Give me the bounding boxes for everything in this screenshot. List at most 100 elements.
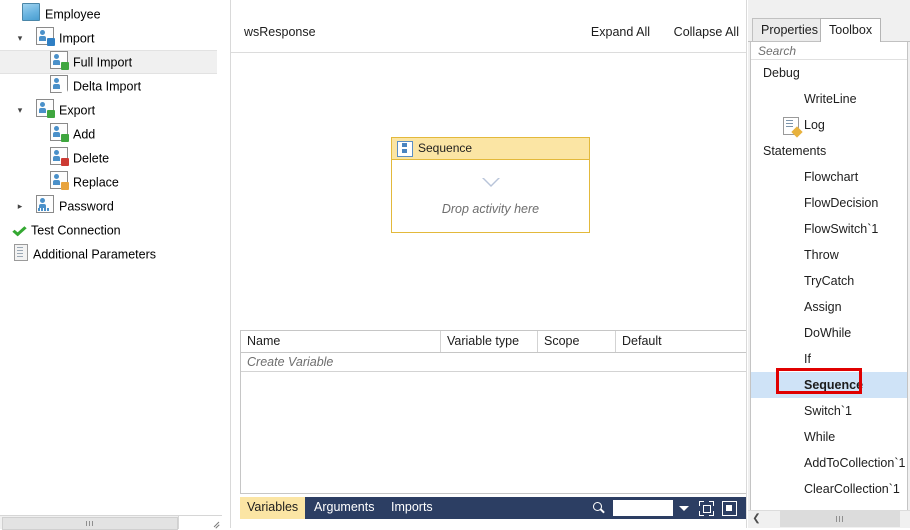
left-panel-divider [222,0,231,528]
toolbox-item-label: While [804,430,836,444]
tree-expander-icon[interactable]: ▾ [14,98,26,122]
tree-item-additional-parameters[interactable]: Additional Parameters [0,242,222,266]
tree-item-test-connection[interactable]: Test Connection [0,218,222,242]
create-variable-row[interactable]: Create Variable [241,353,746,372]
tree-item-delta-import[interactable]: Delta Import [0,74,222,98]
expand-all-button[interactable]: Expand All [591,25,650,39]
tree-item-delete[interactable]: Delete [0,146,222,170]
tree-item-label: Import [59,31,95,46]
toolbox-item-statements[interactable]: Statements [751,138,907,164]
parameters-icon [14,244,28,261]
tree-item-full-import[interactable]: Full Import [0,50,217,74]
tree-item-label: Employee [45,7,101,22]
drop-activity-hint: Drop activity here [441,202,540,216]
tree-item-label: Replace [73,175,119,190]
employee-square-icon [22,3,40,21]
delete-person-icon [50,147,69,166]
grid-column-name[interactable]: Name [241,331,441,352]
toolbox-item-assign[interactable]: Assign [751,294,907,320]
grid-column-variable-type[interactable]: Variable type [441,331,538,352]
toolbox-item-label: Statements [763,144,827,158]
chevron-left-icon[interactable]: ❮ [748,511,765,527]
breadcrumb[interactable]: wsResponse [244,25,316,39]
fit-to-screen-icon[interactable] [699,501,714,516]
toolbox-search-input[interactable]: Search [751,42,907,60]
toolbox-list-container: Search Debug WriteLine Log Statements Flowch… [750,42,908,517]
toolbox-item-debug[interactable]: Debug [751,60,907,86]
toolbox-item-log[interactable]: Log [751,112,907,138]
variables-grid: Name Variable type Scope Default Create Var… [240,330,746,494]
sequence-activity-header[interactable]: Sequence [392,138,589,160]
tree-item-label: Full Import [73,55,133,70]
tree-item-label: Delete [73,151,110,166]
variables-grid-header: Name Variable type Scope Default [241,331,746,353]
tree-item-label: Test Connection [31,223,121,238]
workflow-designer: wsResponse Expand All Collapse All Seque… [231,0,747,528]
import-person-icon [36,27,55,46]
toolbox-item-list: Debug WriteLine Log Statements Flowchart Flow… [751,60,907,502]
drop-target-triangle-icon [481,178,500,187]
toolbox-item-label: WriteLine [804,92,857,106]
bottom-tab-arguments[interactable]: Arguments [307,497,381,519]
tree-item-label: Delta Import [73,79,142,94]
left-panel-scroll-track-end[interactable] [178,516,223,529]
tree-item-add[interactable]: Add [0,122,222,146]
left-panel-horizontal-scrollbar[interactable] [0,515,223,530]
left-panel-scroll-thumb[interactable] [2,517,178,530]
toolbox-item-label: Assign [804,300,842,314]
sequence-activity-title: Sequence [418,141,473,155]
toolbox-item-while[interactable]: While [751,424,907,450]
toolbox-item-sequence[interactable]: Sequence [751,372,907,398]
resize-grip-icon[interactable] [211,518,221,528]
tree-expander-icon[interactable]: ▾ [14,26,26,50]
toolbox-item-flowdecision[interactable]: FlowDecision [751,190,907,216]
tree-item-employee[interactable]: Employee [0,2,222,26]
collapse-all-button[interactable]: Collapse All [674,25,739,39]
bottom-tab-imports[interactable]: Imports [384,497,440,519]
toolbox-item-label: AddToCollection`1 [804,456,906,470]
tree-item-export[interactable]: ▾ Export [0,98,222,122]
log-activity-icon [783,117,799,135]
tree-expander-icon[interactable]: ▸ [14,194,26,218]
toolbox-item-if[interactable]: If [751,346,907,372]
toolbox-item-label: Sequence [804,378,864,392]
toolbox-item-switch-1[interactable]: Switch`1 [751,398,907,424]
toolbox-item-clearcollection-1[interactable]: ClearCollection`1 [751,476,907,502]
sequence-activity-body[interactable]: Drop activity here [392,160,589,233]
toolbox-panel: Properties Toolbox Search Debug WriteLine… [748,0,910,528]
designer-right-edge [746,0,747,528]
grid-column-scope[interactable]: Scope [538,331,616,352]
panel-tab-strip: Properties Toolbox [748,18,910,42]
designer-toolbar: wsResponse Expand All Collapse All [231,16,747,53]
toolbox-item-label: TryCatch [804,274,855,288]
toolbox-item-label: Switch`1 [804,404,852,418]
search-input[interactable] [613,500,673,516]
toolbox-scroll-thumb[interactable] [780,511,900,527]
toolbox-item-label: If [804,352,811,366]
tab-properties[interactable]: Properties [752,18,827,42]
toolbox-item-label: DoWhile [804,326,852,340]
toolbox-horizontal-scrollbar[interactable]: ❮ [748,510,910,528]
toolbox-item-trycatch[interactable]: TryCatch [751,268,907,294]
sequence-activity[interactable]: Sequence Drop activity here [391,137,590,233]
grid-column-default[interactable]: Default [616,331,745,352]
tab-toolbox[interactable]: Toolbox [820,18,882,42]
chevron-down-icon[interactable] [679,506,689,511]
reset-zoom-icon[interactable] [722,501,737,516]
tree-item-password[interactable]: ▸ Password [0,194,222,218]
tree-item-label: Password [59,199,114,214]
delta-import-icon [50,75,69,94]
tree-item-label: Additional Parameters [33,247,156,262]
designer-canvas[interactable]: Sequence Drop activity here [231,53,747,319]
toolbox-item-addtocollection-1[interactable]: AddToCollection`1 [751,450,907,476]
toolbox-item-writeline[interactable]: WriteLine [751,86,907,112]
tree-item-import[interactable]: ▾ Import [0,26,222,50]
toolbox-item-flowchart[interactable]: Flowchart [751,164,907,190]
search-icon[interactable] [592,501,606,515]
toolbox-item-throw[interactable]: Throw [751,242,907,268]
toolbox-item-dowhile[interactable]: DoWhile [751,320,907,346]
sequence-activity-icon [397,141,413,157]
tree-item-replace[interactable]: Replace [0,170,222,194]
bottom-tab-variables[interactable]: Variables [240,497,306,519]
toolbox-item-flowswitch-1[interactable]: FlowSwitch`1 [751,216,907,242]
